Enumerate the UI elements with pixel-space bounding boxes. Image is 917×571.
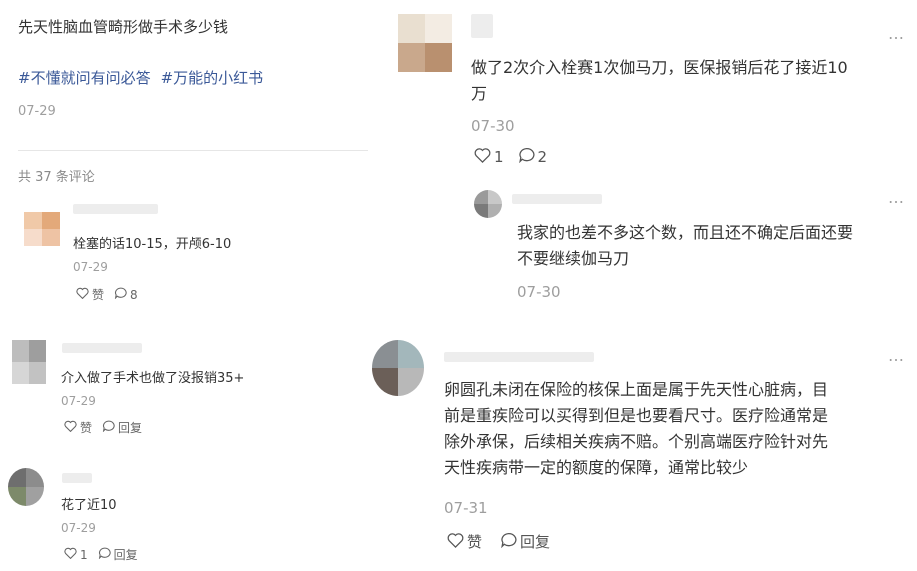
heart-outline-icon [64,547,77,562]
username-blurred[interactable] [62,473,92,483]
post-title: 先天性脑血管畸形做手术多少钱 [18,18,229,36]
avatar[interactable] [12,340,46,384]
heart-outline-icon [447,532,464,552]
comment-actions: 赞 回复 [64,419,142,436]
like-button[interactable]: 赞 [76,286,104,303]
more-options-icon[interactable]: … [888,346,905,365]
comment-date: 07-29 [61,521,96,535]
like-button[interactable]: 1 [474,147,504,167]
comment-text: 花了近10 [61,498,117,513]
comment-actions: 1 回复 [64,546,138,563]
post-date: 07-29 [18,104,56,119]
reply-button[interactable]: 回复 [98,546,138,563]
post-tags: #不懂就问有问必答 #万能的小红书 [18,67,273,88]
heart-outline-icon [64,420,77,435]
heart-outline-icon [76,287,89,302]
username-blurred[interactable] [444,352,594,362]
avatar[interactable] [398,14,452,72]
reply-count: 2 [537,148,548,166]
reply-count: 8 [130,287,138,302]
comment-bubble-icon [500,532,517,552]
like-count: 1 [494,148,504,166]
comment-text: 卵圆孔未闭在保险的核保上面是属于先天性心脏病，目 前是重疾险可以买得到但是也要看… [444,380,829,477]
comment-text: 栓塞的话10-15，开颅6-10 [73,237,232,252]
username-blurred[interactable] [62,343,142,353]
like-button[interactable]: 1 [64,547,88,562]
more-options-icon[interactable]: … [888,188,905,207]
reply-button[interactable]: 回复 [500,531,550,552]
avatar[interactable] [372,340,424,396]
reply-label: 回复 [118,421,143,435]
username-blurred[interactable] [512,194,602,204]
comment-date: 07-30 [471,117,515,135]
comment-text: 做了2次介入栓赛1次伽马刀，医保报销后花了接近10 万 [471,58,848,103]
reply-button[interactable]: 回复 [102,419,142,436]
username-blurred[interactable] [73,204,158,214]
username-blurred[interactable] [471,14,493,38]
tag-link[interactable]: #不懂就问有问必答 [18,69,151,87]
like-label: 赞 [80,421,93,435]
like-label: 赞 [92,288,105,302]
comment-text: 介入做了手术也做了没报销35+ [61,371,245,386]
comment-date: 07-30 [517,283,561,301]
comment-text: 我家的也差不多这个数，而且还不确定后面还要 不要继续伽马刀 [517,223,854,268]
more-options-icon[interactable]: … [888,24,905,43]
comment-bubble-icon [102,420,115,435]
comment-bubble-icon [98,547,111,562]
comment-bubble-icon [114,287,127,302]
avatar[interactable] [24,212,60,246]
heart-outline-icon [474,147,491,167]
like-button[interactable]: 赞 [447,531,482,552]
comment-actions: 1 2 [474,147,547,167]
comment-bubble-icon [518,147,535,167]
comment-actions: 赞 8 [76,286,138,303]
avatar[interactable] [474,190,502,218]
reply-button[interactable]: 2 [518,147,548,167]
comment-date: 07-29 [61,394,96,408]
comment-count: 共 37 条评论 [18,170,95,185]
divider [18,150,368,151]
reply-label: 回复 [113,548,138,562]
avatar[interactable] [8,468,44,506]
like-label: 赞 [467,533,483,551]
tag-link[interactable]: #万能的小红书 [161,69,264,87]
comment-date: 07-31 [444,499,488,517]
like-button[interactable]: 赞 [64,419,92,436]
reply-button[interactable]: 8 [114,287,138,302]
like-count: 1 [80,547,88,562]
comment-date: 07-29 [73,260,108,274]
comment-actions: 赞 回复 [447,531,550,552]
reply-label: 回复 [520,533,551,551]
